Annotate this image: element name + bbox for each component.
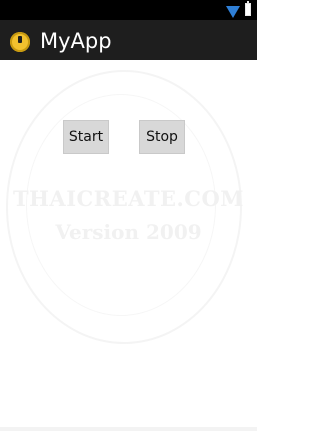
watermark-text-version: Version 2009 <box>55 220 202 244</box>
watermark-text-site: THAICREATE.COM <box>12 186 245 211</box>
app-icon-glyph <box>18 36 22 43</box>
app-title: MyApp <box>40 29 112 53</box>
battery-icon <box>245 3 251 16</box>
app-icon[interactable] <box>10 32 30 52</box>
bottom-edge <box>0 427 257 431</box>
action-bar <box>0 20 257 60</box>
stop-button[interactable]: Stop <box>139 120 185 154</box>
watermark-outer-ring <box>6 70 242 344</box>
signal-icon <box>226 6 240 18</box>
watermark-inner-ring <box>26 94 216 316</box>
app-screen: MyApp THAICREATE.COM Version 2009 Start … <box>0 0 257 431</box>
watermark: THAICREATE.COM Version 2009 <box>0 60 257 431</box>
start-button[interactable]: Start <box>63 120 109 154</box>
status-bar <box>0 0 257 20</box>
